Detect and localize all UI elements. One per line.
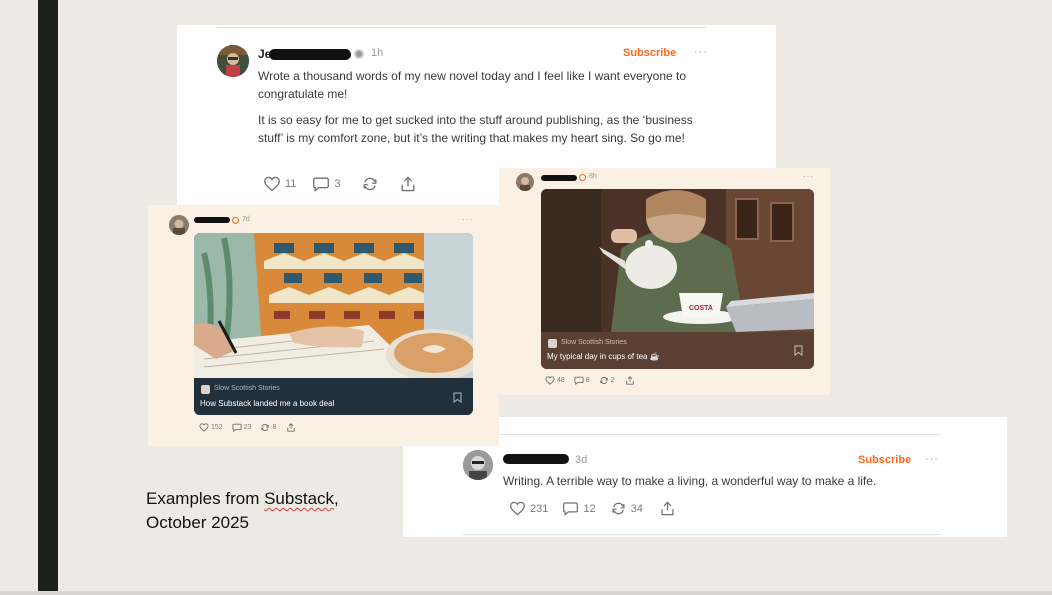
comment-icon — [313, 177, 330, 192]
publication-icon — [548, 339, 557, 348]
restack-count: 8 — [272, 424, 277, 431]
avatar[interactable] — [217, 45, 249, 77]
comment-icon — [232, 423, 242, 432]
publication-name[interactable]: Slow Scottish Stories — [561, 339, 627, 346]
post-time: 7d — [242, 216, 250, 223]
verified-icon — [354, 49, 364, 59]
like-count: 231 — [530, 502, 549, 515]
bookmark-icon[interactable] — [453, 392, 462, 403]
restack-icon — [599, 376, 608, 385]
like-count: 152 — [211, 424, 223, 431]
heart-icon — [545, 376, 555, 385]
verified-icon — [579, 174, 586, 181]
heart-icon — [199, 423, 209, 432]
comment-button[interactable]: 23 — [232, 423, 252, 432]
post-title[interactable]: How Substack landed me a book deal — [200, 399, 334, 408]
restack-button[interactable]: 34 — [610, 501, 643, 516]
like-button[interactable]: 152 — [199, 423, 223, 432]
restack-button[interactable]: 8 — [260, 423, 276, 432]
post-text: Writing. A terrible way to make a living… — [503, 474, 877, 488]
post-paragraph-1: Wrote a thousand words of my new novel t… — [258, 69, 687, 101]
more-options-icon[interactable]: ··· — [462, 215, 473, 224]
heart-icon — [510, 501, 525, 516]
restack-icon — [261, 423, 270, 432]
caption-line-2: October 2025 — [146, 513, 250, 532]
share-icon — [625, 376, 634, 385]
subscribe-button[interactable]: Subscribe — [623, 47, 676, 59]
slide-bottom-edge — [0, 591, 1052, 595]
slide-caption: Examples from Substack, October 2025 — [146, 487, 339, 535]
comment-count: 12 — [583, 502, 596, 515]
comment-button[interactable]: 8 — [574, 376, 590, 385]
writing-photo — [194, 233, 473, 378]
media-footer: Slow Scottish Stories How Substack lande… — [194, 378, 473, 415]
avatar[interactable] — [463, 450, 493, 480]
slide-side-bar — [38, 0, 58, 591]
restack-count: 2 — [610, 377, 615, 384]
share-icon — [287, 423, 296, 432]
publication-icon — [201, 385, 210, 394]
avatar[interactable] — [516, 173, 534, 191]
caption-suffix: , — [334, 489, 339, 508]
more-options-icon[interactable]: ··· — [803, 172, 814, 181]
comment-icon — [574, 376, 584, 385]
caption-brand: Substack — [264, 489, 335, 508]
divider — [217, 27, 707, 28]
post-actions: 48 8 2 — [545, 376, 635, 385]
bookmark-icon[interactable] — [794, 345, 803, 356]
post-time: 3d — [575, 454, 588, 466]
share-icon — [401, 176, 415, 192]
verified-icon — [232, 217, 239, 224]
post-title[interactable]: My typical day in cups of tea ☕ — [547, 352, 660, 361]
divider — [463, 534, 941, 535]
share-button[interactable] — [625, 376, 635, 385]
comment-button[interactable]: 3 — [312, 176, 341, 192]
caption-prefix: Examples from — [146, 489, 265, 508]
media-footer: Slow Scottish Stories My typical day in … — [541, 332, 814, 369]
comment-count: 8 — [585, 377, 590, 384]
like-count: 11 — [285, 178, 297, 190]
post-card-tea: 8h ··· COSTA Slow Scottish Stories My ty… — [499, 168, 830, 395]
post-paragraph-2: It is so easy for me to get sucked into … — [258, 113, 693, 145]
restack-count: 34 — [630, 502, 643, 515]
more-options-icon[interactable]: ··· — [925, 453, 939, 465]
share-button[interactable] — [659, 501, 676, 516]
post-card-book-deal: 7d ··· Slow Scottish Stories How Substac… — [148, 205, 499, 446]
restack-button[interactable]: 2 — [599, 376, 615, 385]
comment-button[interactable]: 12 — [562, 501, 596, 516]
like-button[interactable]: 48 — [545, 376, 565, 385]
share-button[interactable] — [286, 423, 296, 432]
post-media-card[interactable]: COSTA Slow Scottish Stories My typical d… — [541, 189, 814, 369]
like-button[interactable]: 231 — [509, 501, 548, 516]
redacted-name — [503, 454, 569, 464]
like-button[interactable]: 11 — [263, 176, 296, 192]
like-count: 48 — [557, 377, 565, 384]
post-time: 1h — [371, 47, 384, 59]
post-actions: 231 12 34 — [509, 501, 676, 516]
comment-icon — [563, 502, 579, 516]
redacted-name — [269, 49, 351, 60]
post-actions: 11 3 — [263, 176, 417, 192]
cup-label: COSTA — [689, 305, 713, 312]
caption-line-1: Examples from Substack, — [146, 487, 339, 511]
restack-icon — [363, 177, 377, 191]
share-button[interactable] — [399, 176, 417, 192]
publication-name[interactable]: Slow Scottish Stories — [214, 385, 280, 392]
post-actions: 152 23 8 — [199, 423, 296, 432]
post-media-card[interactable]: Slow Scottish Stories How Substack lande… — [194, 233, 473, 415]
avatar[interactable] — [169, 215, 189, 235]
redacted-name — [541, 175, 577, 181]
subscribe-button[interactable]: Subscribe — [858, 454, 911, 466]
divider — [463, 434, 941, 435]
tea-photo: COSTA — [541, 189, 814, 332]
redacted-name — [194, 217, 230, 223]
restack-button[interactable] — [361, 176, 379, 192]
comment-count: 3 — [334, 178, 341, 190]
share-icon — [661, 501, 674, 516]
heart-icon — [264, 176, 280, 192]
more-options-icon[interactable]: ··· — [694, 46, 708, 58]
restack-icon — [612, 502, 625, 515]
post-time: 8h — [589, 173, 597, 180]
comment-count: 23 — [243, 424, 252, 431]
